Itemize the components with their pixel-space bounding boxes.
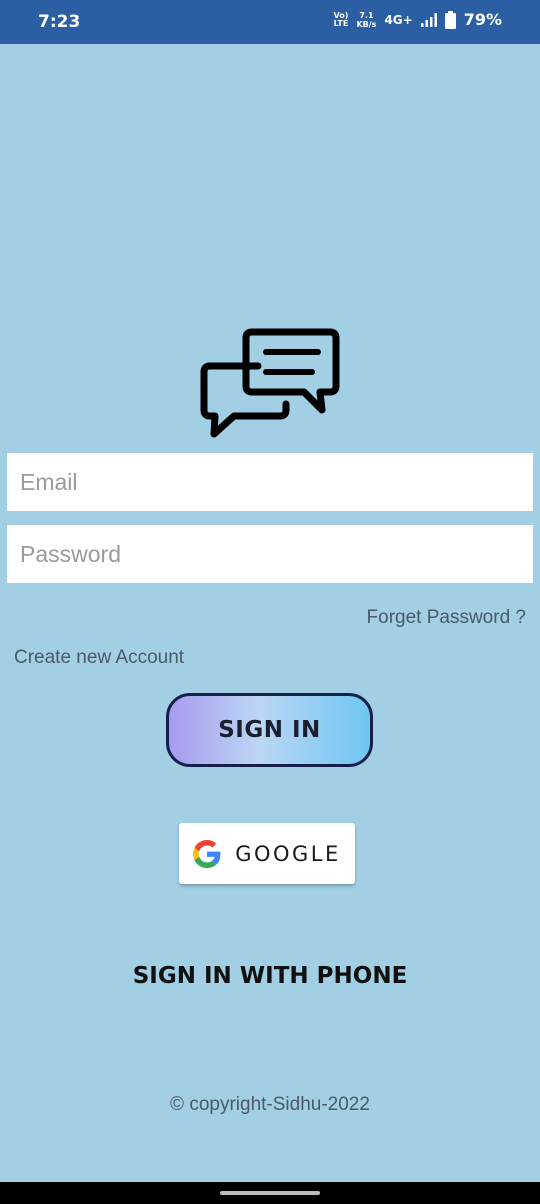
status-icons: Vo) LTE 7.1 KB/s 4G+ 79% [334, 10, 502, 29]
battery-percent: 79% [463, 10, 502, 29]
status-bar: 7:23 Vo) LTE 7.1 KB/s 4G+ 79% [0, 0, 540, 44]
battery-icon [444, 10, 456, 29]
sign-in-label: SIGN IN [218, 717, 321, 743]
copyright-text: © copyright-Sidhu-2022 [170, 1094, 370, 1115]
chat-bubbles-icon [200, 328, 340, 438]
sign-in-button[interactable]: SIGN IN [166, 693, 373, 767]
password-input[interactable] [7, 525, 533, 583]
status-time: 7:23 [38, 12, 81, 32]
google-sign-in-button[interactable]: GOOGLE [179, 823, 355, 884]
google-logo-icon [193, 839, 221, 868]
create-account-link[interactable]: Create new Account [14, 647, 184, 669]
signal-icon [420, 12, 437, 27]
forget-password-link[interactable]: Forget Password ? [367, 607, 526, 629]
network-type: 4G+ [384, 12, 413, 27]
email-input[interactable] [7, 453, 533, 511]
home-gesture-handle[interactable] [220, 1191, 320, 1195]
volte-indicator: Vo) LTE [333, 10, 349, 28]
google-label: GOOGLE [235, 841, 341, 866]
navigation-bar [0, 1182, 540, 1204]
net-speed-indicator: 7.1 KB/s [356, 10, 377, 29]
sign-in-with-phone-button[interactable]: SIGN IN WITH PHONE [0, 963, 540, 989]
